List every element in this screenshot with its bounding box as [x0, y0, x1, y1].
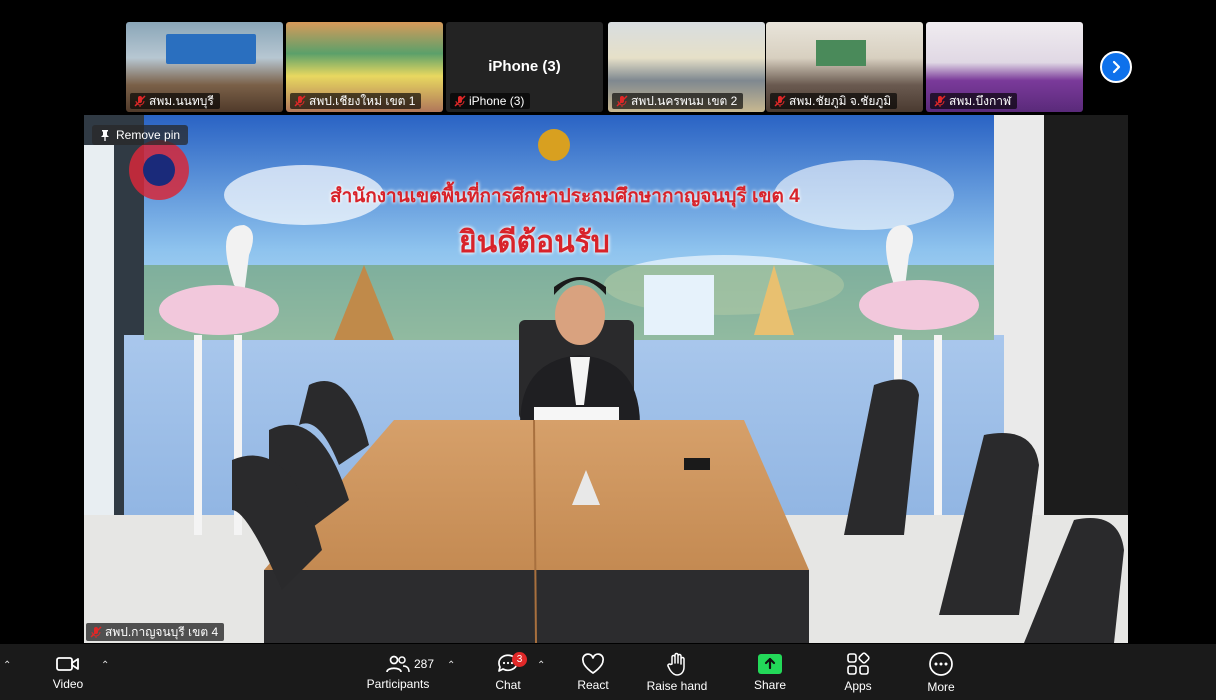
- remove-pin-button[interactable]: Remove pin: [92, 125, 189, 145]
- video-options-caret[interactable]: ⌃: [101, 660, 109, 671]
- video-camera-icon: [56, 656, 79, 671]
- participant-name-label: สพป.เชียงใหม่ เขต 1: [290, 93, 422, 109]
- participant-name-label: สพม.นนทบุรี: [130, 93, 220, 109]
- participant-display-name: iPhone (3): [488, 58, 561, 75]
- share-button[interactable]: Share: [750, 644, 790, 700]
- meeting-toolbar: ⌃ Video ⌃ Participants 287 ⌃ Chat 3 ⌃ Re…: [0, 644, 1216, 700]
- participant-name-label: สพม.ชัยภูมิ จ.ชัยภูมิ: [770, 93, 898, 109]
- mic-muted-icon: [934, 95, 946, 107]
- mic-muted-icon: [616, 95, 628, 107]
- video-button[interactable]: Video: [48, 644, 88, 700]
- participant-name-label: สพป.นครพนม เขต 2: [612, 93, 744, 109]
- banner-title: สำนักงานเขตพื้นที่การศึกษาประถมศึกษากาญจ…: [330, 186, 800, 207]
- participant-tile[interactable]: สพม.บึงกาฬ: [926, 22, 1083, 112]
- chevron-right-icon: [1112, 60, 1121, 74]
- react-button[interactable]: React: [572, 644, 614, 700]
- mic-muted-icon: [90, 626, 102, 638]
- next-page-button[interactable]: [1100, 51, 1132, 83]
- pin-icon: [101, 130, 109, 141]
- mic-muted-icon: [134, 95, 146, 107]
- pinned-video[interactable]: สำนักงานเขตพื้นที่การศึกษาประถมศึกษากาญจ…: [84, 115, 1128, 643]
- heart-icon: [582, 652, 604, 674]
- participant-tile[interactable]: สพม.ชัยภูมิ จ.ชัยภูมิ: [766, 22, 923, 112]
- more-ellipsis-icon: [929, 651, 953, 676]
- participant-name-label: iPhone (3): [450, 93, 531, 109]
- participant-tile[interactable]: สพป.เชียงใหม่ เขต 1: [286, 22, 443, 112]
- apps-grid-icon: [847, 651, 870, 675]
- more-button[interactable]: More: [920, 644, 962, 700]
- banner-welcome: ยินดีต้อนรับ: [459, 226, 610, 259]
- participants-count: 287: [414, 657, 435, 671]
- participants-icon: [386, 655, 410, 672]
- mic-muted-icon: [294, 95, 306, 107]
- participant-thumbnail-strip: สพม.นนทบุรี สพป.เชียงใหม่ เขต 1 iPhone (…: [126, 22, 1086, 112]
- pinned-participant-name: สพป.กาญจนบุรี เขต 4: [86, 623, 225, 641]
- participant-tile[interactable]: สพม.นนทบุรี: [126, 22, 283, 112]
- raise-hand-button[interactable]: Raise hand: [644, 644, 710, 700]
- mic-muted-icon: [454, 95, 466, 107]
- chat-options-caret[interactable]: ⌃: [537, 660, 545, 671]
- share-screen-icon: [758, 653, 782, 674]
- participant-tile[interactable]: iPhone (3) iPhone (3): [446, 22, 603, 112]
- apps-button[interactable]: Apps: [838, 644, 878, 700]
- participant-name-label: สพม.บึงกาฬ: [930, 93, 1018, 109]
- participants-button[interactable]: Participants: [362, 644, 434, 700]
- participant-tile[interactable]: สพป.นครพนม เขต 2: [608, 22, 765, 112]
- chat-unread-badge: 3: [512, 652, 527, 667]
- mic-muted-icon: [774, 95, 786, 107]
- audio-options-caret[interactable]: ⌃: [3, 660, 11, 671]
- participants-options-caret[interactable]: ⌃: [447, 660, 455, 671]
- raised-hand-icon: [667, 652, 685, 676]
